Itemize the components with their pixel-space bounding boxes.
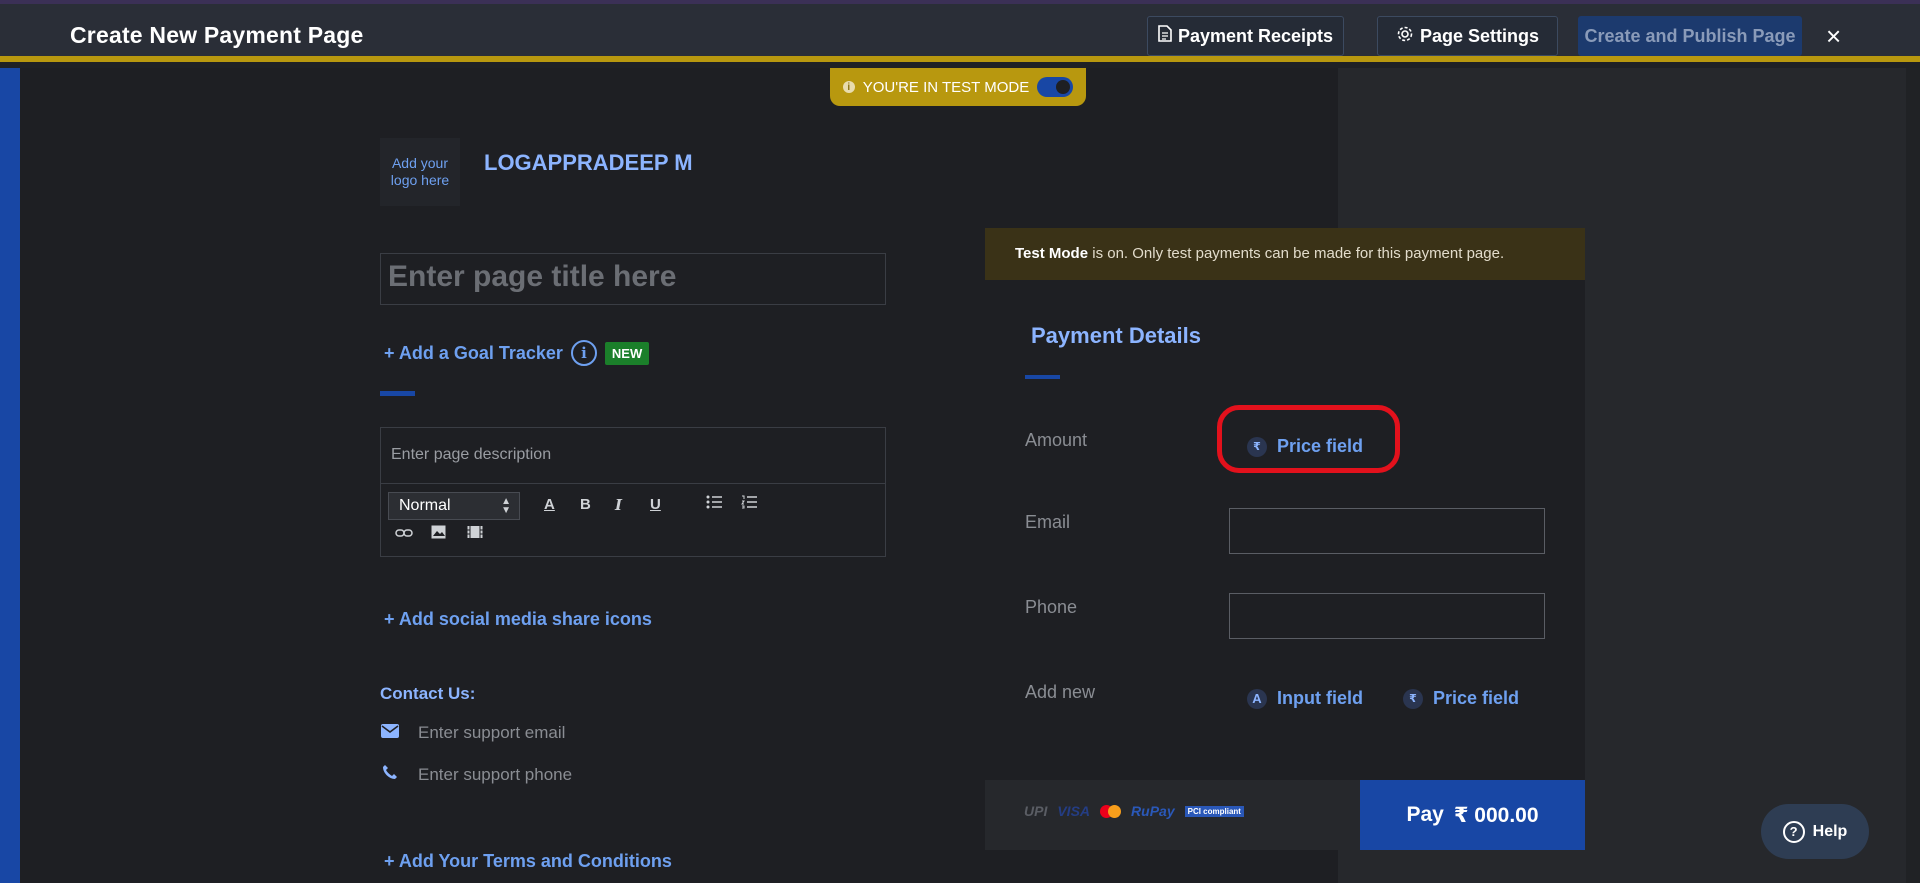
support-email-input[interactable]: Enter support email [418, 723, 565, 743]
email-label: Email [1025, 512, 1071, 532]
test-mode-notice-bold: Test Mode [1015, 245, 1089, 262]
document-icon [1158, 25, 1172, 47]
add-price-field-label: Price field [1433, 688, 1520, 708]
support-phone-input[interactable]: Enter support phone [418, 765, 572, 785]
bold-icon[interactable]: B [580, 496, 591, 513]
payment-method-logos: UPI VISA RuPay PCI compliant [1024, 803, 1244, 819]
visa-logo: VISA [1057, 803, 1091, 819]
test-mode-notice: Test Mode is on. Only test payments can … [985, 228, 1585, 280]
create-publish-button[interactable]: Create and Publish Page [1578, 16, 1802, 56]
mastercard-logo [1100, 804, 1122, 818]
page-settings-label: Page Settings [1419, 25, 1540, 46]
payment-receipts-label: Payment Receipts [1177, 25, 1334, 46]
pci-logo: PCI compliant [1184, 805, 1244, 817]
pay-label: Pay [1406, 803, 1444, 826]
info-icon: i [842, 81, 855, 93]
help-label: Help [1812, 822, 1848, 840]
goal-tracker-label: + Add a Goal Tracker [384, 342, 563, 363]
question-icon: ? [1782, 820, 1805, 843]
add-social-icons-link[interactable]: + Add social media share icons [384, 609, 652, 630]
page-title-input[interactable]: Enter page title here [380, 253, 886, 305]
format-select[interactable]: Normal ▲ ▼ [388, 492, 520, 520]
phone-icon [380, 764, 400, 785]
header-bar: Create New Payment Page Payment Receipts… [0, 4, 1920, 62]
format-select-value: Normal [399, 497, 451, 514]
video-icon[interactable] [467, 525, 483, 543]
email-icon [380, 722, 400, 743]
test-mode-toggle[interactable] [1037, 77, 1074, 97]
amount-label: Amount [1025, 430, 1088, 450]
close-icon[interactable]: × [1826, 23, 1841, 49]
test-mode-notice-text: is on. Only test payments can be made fo… [1088, 245, 1505, 262]
add-price-field-button[interactable]: ₹ Price field [1403, 688, 1519, 709]
select-arrows-icon: ▲ ▼ [501, 496, 511, 516]
support-email-row: Enter support email [380, 722, 565, 743]
merchant-name: LOGAPPRADEEP M [484, 150, 693, 175]
rupee-icon: ₹ [1403, 688, 1423, 709]
phone-input[interactable] [1229, 593, 1545, 639]
highlight-annotation [1217, 405, 1400, 473]
contact-heading: Contact Us: [380, 684, 476, 703]
payment-details-title: Payment Details [1031, 323, 1201, 348]
italic-icon[interactable]: I [615, 496, 622, 514]
image-icon[interactable] [431, 525, 446, 543]
bullet-list-icon[interactable] [706, 495, 722, 513]
phone-label: Phone [1025, 597, 1078, 617]
left-accent-bar [0, 68, 20, 883]
description-editor: Enter page description Normal ▲ ▼ A B I U [380, 427, 886, 557]
new-badge: NEW [604, 341, 650, 365]
info-icon[interactable]: i [570, 340, 597, 366]
pay-amount: ₹ 000.00 [1453, 803, 1539, 827]
gear-icon [1396, 25, 1414, 48]
pay-button[interactable]: Pay ₹ 000.00 [1360, 780, 1585, 850]
section-divider [380, 391, 415, 396]
add-new-label: Add new [1025, 682, 1096, 702]
text-input-icon: A [1247, 688, 1267, 709]
editor-toolbar: Normal ▲ ▼ A B I U [381, 484, 885, 556]
rupay-logo: RuPay [1131, 803, 1175, 819]
test-mode-label: YOU'RE IN TEST MODE [862, 78, 1030, 96]
page-title: Create New Payment Page [70, 22, 364, 48]
support-phone-row: Enter support phone [380, 764, 572, 785]
link-icon[interactable] [395, 526, 413, 543]
add-terms-link[interactable]: + Add Your Terms and Conditions [384, 851, 672, 872]
numbered-list-icon[interactable] [741, 495, 757, 513]
logo-upload[interactable]: Add your logo here [380, 138, 460, 206]
underline-icon[interactable]: U [650, 496, 661, 513]
add-input-field-button[interactable]: A Input field [1247, 688, 1363, 709]
scrollbar[interactable] [1906, 68, 1920, 883]
payment-details-divider [1025, 375, 1060, 379]
page-settings-button[interactable]: Page Settings [1377, 16, 1558, 56]
payment-receipts-button[interactable]: Payment Receipts [1147, 16, 1344, 56]
test-mode-banner: i YOU'RE IN TEST MODE [830, 68, 1086, 106]
help-button[interactable]: ? Help [1761, 804, 1869, 859]
add-input-field-label: Input field [1277, 688, 1363, 708]
description-input[interactable]: Enter page description [381, 428, 885, 484]
add-goal-tracker-link[interactable]: + Add a Goal Tracker i NEW [384, 340, 650, 366]
upi-logo: UPI [1024, 803, 1048, 819]
email-input[interactable] [1229, 508, 1545, 554]
text-color-icon[interactable]: A [544, 496, 555, 513]
